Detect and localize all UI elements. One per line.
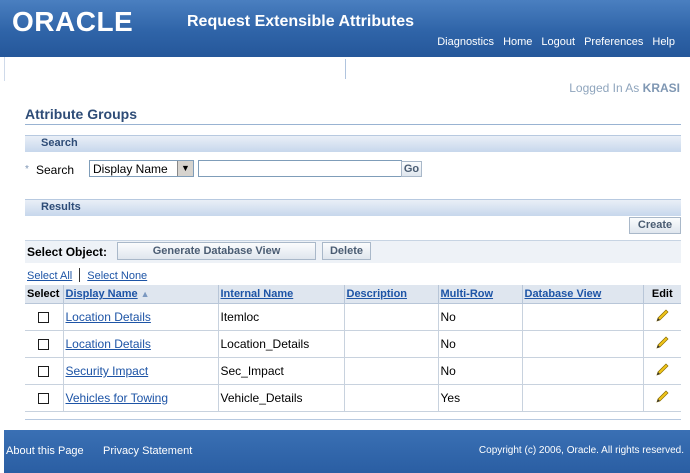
sort-ascending-icon[interactable]: ▲ xyxy=(141,289,150,299)
description-cell xyxy=(343,330,438,358)
internal-name-cell: Location_Details xyxy=(217,330,344,358)
search-section-title: Search xyxy=(41,137,78,149)
help-link[interactable]: Help xyxy=(652,36,675,48)
logout-link[interactable]: Logout xyxy=(541,36,575,48)
select-object-label: Select Object: xyxy=(27,245,108,259)
multi-row-cell: No xyxy=(437,303,522,331)
search-section-header: Search xyxy=(25,135,681,152)
display-name-link[interactable]: Location Details xyxy=(66,310,151,324)
database-view-cell xyxy=(521,384,643,412)
preferences-link[interactable]: Preferences xyxy=(584,36,643,48)
table-header-row: Select Display Name ▲ Internal Name Descr… xyxy=(25,285,681,304)
column-header-edit: Edit xyxy=(642,285,681,304)
search-input[interactable] xyxy=(198,160,402,177)
header-left-divider xyxy=(4,57,5,81)
display-name-link[interactable]: Location Details xyxy=(66,337,151,351)
table-row: Vehicles for Towing Vehicle_Details Yes xyxy=(25,384,681,412)
pencil-edit-icon[interactable] xyxy=(654,363,670,381)
select-none-link[interactable]: Select None xyxy=(87,270,147,282)
pencil-edit-icon[interactable] xyxy=(654,390,670,408)
results-section-header: Results xyxy=(25,199,681,216)
page-footer: About this Page Privacy Statement Copyri… xyxy=(4,430,690,473)
diagnostics-link[interactable]: Diagnostics xyxy=(437,36,494,48)
home-link[interactable]: Home xyxy=(503,36,532,48)
results-toolbar: Create xyxy=(25,216,681,236)
oracle-logo: ORACLE xyxy=(12,6,134,37)
select-links: Select All Select None xyxy=(27,268,147,282)
results-table: Select Display Name ▲ Internal Name Descr… xyxy=(25,285,681,412)
database-view-cell xyxy=(521,357,643,385)
database-view-cell xyxy=(521,330,643,358)
column-header-description[interactable]: Description xyxy=(343,285,438,304)
description-cell xyxy=(343,303,438,331)
column-header-display-name[interactable]: Display Name ▲ xyxy=(62,285,218,304)
row-select-checkbox[interactable] xyxy=(38,339,50,351)
multi-row-cell: No xyxy=(437,330,522,358)
search-label: Search xyxy=(36,163,75,177)
logged-in-status: Logged In As KRASI xyxy=(569,81,680,95)
select-all-link[interactable]: Select All xyxy=(27,270,72,282)
table-row: Location Details Itemloc No xyxy=(25,303,681,331)
database-view-cell xyxy=(521,303,643,331)
copyright-text: Copyright (c) 2006, Oracle. All rights r… xyxy=(478,445,684,456)
display-name-link[interactable]: Vehicles for Towing xyxy=(66,391,169,405)
pencil-edit-icon[interactable] xyxy=(654,336,670,354)
table-row: Location Details Location_Details No xyxy=(25,330,681,358)
page-title-divider xyxy=(25,124,681,125)
global-links: Diagnostics Home Logout Preferences Help xyxy=(437,36,675,48)
pencil-edit-icon[interactable] xyxy=(654,309,670,327)
description-cell xyxy=(343,384,438,412)
description-cell xyxy=(343,357,438,385)
delete-button[interactable]: Delete xyxy=(322,242,371,260)
create-button[interactable]: Create xyxy=(629,217,681,234)
logged-in-label: Logged In As xyxy=(569,81,640,95)
multi-row-cell: Yes xyxy=(437,384,522,412)
username: KRASI xyxy=(642,81,680,95)
row-select-checkbox[interactable] xyxy=(38,366,50,378)
subheader-divider xyxy=(345,59,346,79)
select-links-separator xyxy=(79,268,81,282)
about-this-page-link[interactable]: About this Page xyxy=(6,445,84,457)
select-object-bar: Select Object: Generate Database View De… xyxy=(25,240,681,263)
search-field-select-value: Display Name xyxy=(93,162,168,176)
app-title: Request Extensible Attributes xyxy=(187,13,415,30)
results-section-title: Results xyxy=(41,201,81,213)
go-button[interactable]: Go xyxy=(401,161,422,177)
row-select-checkbox[interactable] xyxy=(38,312,50,324)
global-header: ORACLE Request Extensible Attributes Dia… xyxy=(0,0,690,57)
internal-name-cell: Itemloc xyxy=(217,303,344,331)
row-select-checkbox[interactable] xyxy=(38,393,50,405)
column-header-multi-row[interactable]: Multi-Row xyxy=(437,285,522,304)
search-field-select[interactable]: Display Name ▼ xyxy=(89,160,194,177)
internal-name-cell: Sec_Impact xyxy=(217,357,344,385)
generate-database-view-button[interactable]: Generate Database View xyxy=(117,242,316,260)
table-row: Security Impact Sec_Impact No xyxy=(25,357,681,385)
required-asterisk-icon: * xyxy=(25,164,29,175)
multi-row-cell: No xyxy=(437,357,522,385)
chevron-down-icon[interactable]: ▼ xyxy=(177,161,193,176)
page-title: Attribute Groups xyxy=(25,106,137,122)
display-name-link[interactable]: Security Impact xyxy=(66,364,149,378)
footer-divider xyxy=(25,419,681,420)
column-header-database-view[interactable]: Database View xyxy=(521,285,643,304)
column-header-internal-name[interactable]: Internal Name xyxy=(217,285,344,304)
privacy-statement-link[interactable]: Privacy Statement xyxy=(103,445,192,457)
column-header-select: Select xyxy=(25,285,63,304)
internal-name-cell: Vehicle_Details xyxy=(217,384,344,412)
